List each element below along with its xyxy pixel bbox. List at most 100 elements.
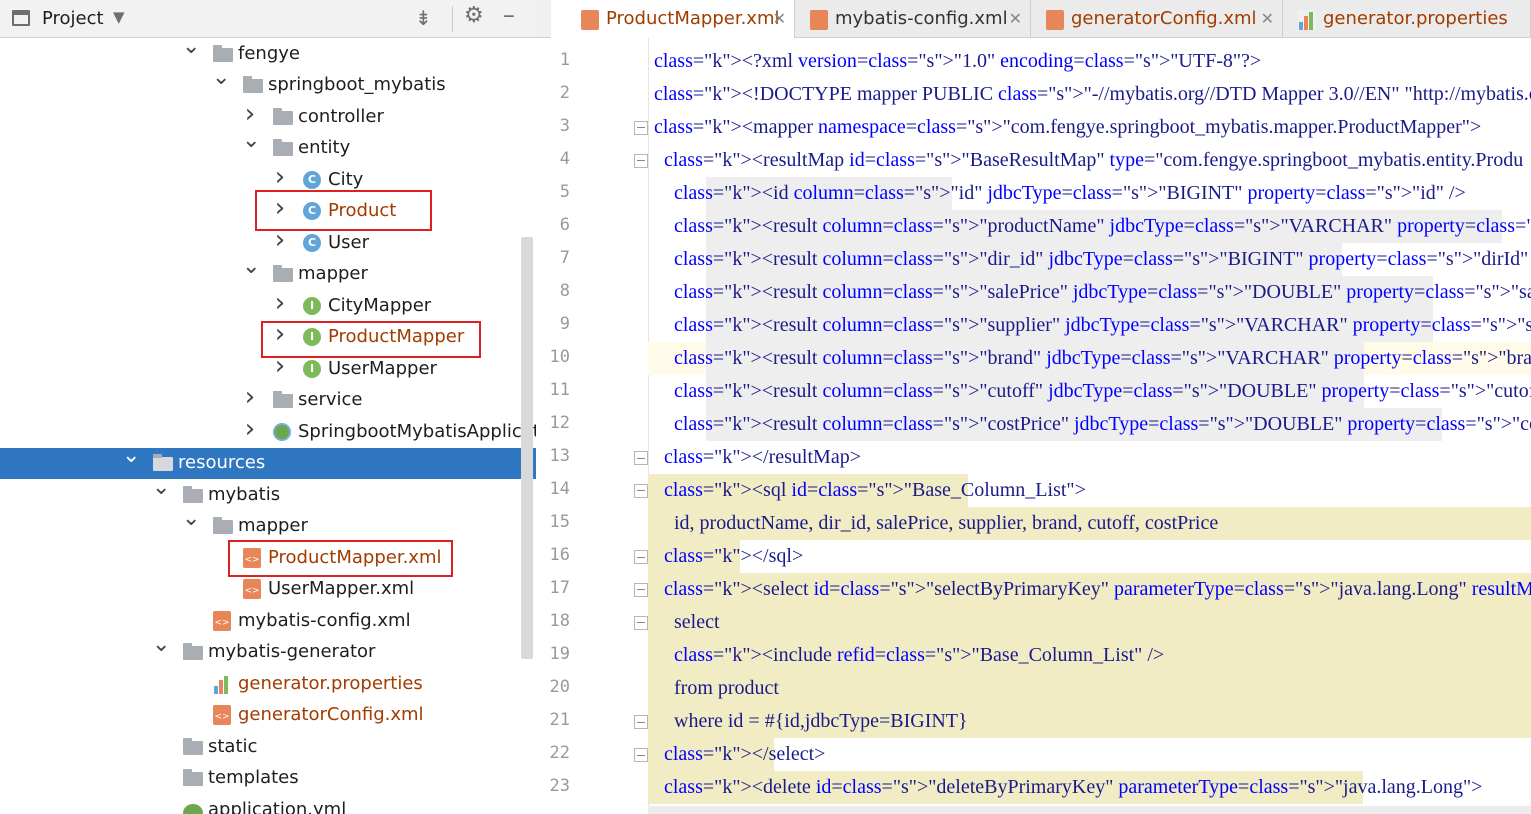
code-line[interactable]: class="k"></sql> bbox=[648, 540, 1531, 573]
fold-end-icon[interactable] bbox=[634, 715, 648, 729]
tree-node-entity[interactable]: entity bbox=[0, 133, 536, 164]
xml-file-icon: <> bbox=[243, 579, 261, 599]
chevron-right-icon[interactable] bbox=[272, 231, 288, 261]
hide-panel-icon[interactable]: – bbox=[503, 1, 515, 29]
tree-node-templates[interactable]: templates bbox=[0, 763, 536, 794]
horizontal-scrollbar[interactable] bbox=[648, 806, 1531, 814]
code-line[interactable]: class="k"></resultMap> bbox=[648, 441, 1531, 474]
tree-node-label: static bbox=[208, 736, 258, 757]
line-number: 15 bbox=[549, 512, 570, 532]
tree-node-static[interactable]: static bbox=[0, 732, 536, 763]
code-line[interactable]: class="k"><?xml version=class="s">"1.0" … bbox=[648, 45, 1531, 78]
code-line[interactable]: class="k"><id column=class="s">"id" jdbc… bbox=[648, 177, 1531, 210]
code-line[interactable]: class="k"><sql id=class="s">"Base_Column… bbox=[648, 474, 1531, 507]
tab-productmapper-xml[interactable]: ProductMapper.xml ✕ bbox=[551, 0, 795, 38]
chevron-down-icon[interactable] bbox=[212, 73, 228, 98]
code-line[interactable]: class="k"><result column=class="s">"dir_… bbox=[648, 243, 1531, 276]
tree-node-generatorconfig-xml[interactable]: <> generatorConfig.xml bbox=[0, 700, 536, 731]
code-line[interactable]: class="k"><include refid=class="s">"Base… bbox=[648, 639, 1531, 672]
code-line[interactable]: class="k"><resultMap id=class="s">"BaseR… bbox=[648, 144, 1531, 177]
line-number: 19 bbox=[549, 644, 570, 664]
tree-node-mybatis[interactable]: mybatis bbox=[0, 480, 536, 511]
tab-generator-properties[interactable]: generator.properties bbox=[1283, 0, 1531, 37]
close-icon[interactable]: ✕ bbox=[773, 9, 786, 28]
tree-node-mapper-folder[interactable]: mapper bbox=[0, 511, 536, 542]
code-text: class="k"><delete id=class="s">"deleteBy… bbox=[664, 776, 1483, 798]
code-text: select bbox=[654, 611, 720, 633]
fold-end-icon[interactable] bbox=[634, 748, 648, 762]
line-number: 12 bbox=[549, 413, 570, 433]
tree-node-citymapper[interactable]: I CityMapper bbox=[0, 291, 536, 322]
code-text: class="k"><?xml version=class="s">"1.0" … bbox=[654, 50, 1262, 72]
code-line[interactable]: from product bbox=[648, 672, 1531, 705]
line-number: 7 bbox=[559, 248, 570, 268]
tree-node-service[interactable]: service bbox=[0, 385, 536, 416]
tree-node-label: mybatis bbox=[208, 484, 281, 505]
fold-collapse-icon[interactable] bbox=[634, 121, 648, 135]
tree-node-label: generator.properties bbox=[238, 673, 423, 694]
gear-icon[interactable]: ⚙ bbox=[464, 3, 484, 28]
chevron-down-icon[interactable] bbox=[152, 640, 168, 665]
editor-tab-bar: ProductMapper.xml ✕ mybatis-config.xml ✕… bbox=[536, 0, 1531, 38]
chevron-down-icon[interactable] bbox=[152, 483, 168, 508]
code-text: class="k"><result column=class="s">"supp… bbox=[674, 314, 1531, 336]
code-line[interactable]: where id = #{id,jdbcType=BIGINT} bbox=[648, 705, 1531, 738]
chevron-down-icon[interactable] bbox=[242, 262, 258, 287]
xml-file-icon bbox=[581, 10, 599, 30]
fold-end-icon[interactable] bbox=[634, 550, 648, 564]
project-panel-title[interactable]: Project bbox=[42, 8, 104, 29]
tree-node-application-yml[interactable]: application.yml bbox=[0, 795, 536, 814]
tree-node-mybatis-generator[interactable]: mybatis-generator bbox=[0, 637, 536, 668]
code-line[interactable]: class="k"><select id=class="s">"selectBy… bbox=[648, 573, 1531, 606]
code-line[interactable]: class="k"><mapper namespace=class="s">"c… bbox=[648, 111, 1531, 144]
highlight-box-productmapper-xml bbox=[228, 540, 453, 577]
chevron-down-icon[interactable] bbox=[182, 514, 198, 539]
chevron-down-icon[interactable] bbox=[242, 136, 258, 161]
fold-collapse-icon[interactable] bbox=[634, 154, 648, 168]
chevron-right-icon[interactable] bbox=[272, 357, 288, 387]
code-line[interactable]: class="k"><result column=class="s">"cuto… bbox=[648, 375, 1531, 408]
code-line[interactable]: id, productName, dir_id, salePrice, supp… bbox=[648, 507, 1531, 540]
fold-collapse-icon[interactable] bbox=[634, 583, 648, 597]
tree-node-fengye[interactable]: fengye bbox=[0, 39, 536, 70]
close-icon[interactable]: ✕ bbox=[1009, 9, 1022, 28]
tree-node-label: controller bbox=[298, 106, 384, 127]
tree-node-user[interactable]: C User bbox=[0, 228, 536, 259]
code-line[interactable]: class="k"><result column=class="s">"sale… bbox=[648, 276, 1531, 309]
view-dropdown-chevron-icon[interactable]: ▼ bbox=[113, 8, 125, 26]
chevron-down-icon[interactable] bbox=[122, 451, 138, 476]
code-line[interactable]: class="k"><!DOCTYPE mapper PUBLIC class=… bbox=[648, 78, 1531, 111]
code-line-current[interactable]: class="k"><result column=class="s">"bran… bbox=[648, 342, 1531, 375]
chevron-down-icon[interactable] bbox=[182, 42, 198, 67]
tree-node-mybatis-config-xml[interactable]: <> mybatis-config.xml bbox=[0, 606, 536, 637]
code-text: class="k"><result column=class="s">"cuto… bbox=[674, 380, 1531, 402]
line-number: 16 bbox=[549, 545, 570, 565]
collapse-all-icon[interactable]: ⇟ bbox=[415, 6, 432, 30]
code-area[interactable]: class="k"><?xml version=class="s">"1.0" … bbox=[648, 38, 1531, 814]
tree-node-usermapper[interactable]: I UserMapper bbox=[0, 354, 536, 385]
code-line[interactable]: class="k"><result column=class="s">"supp… bbox=[648, 309, 1531, 342]
tree-node-resources[interactable]: resources bbox=[0, 448, 536, 479]
code-line[interactable]: class="k"><result column=class="s">"prod… bbox=[648, 210, 1531, 243]
code-line[interactable]: class="k"></select> bbox=[648, 738, 1531, 771]
fold-end-icon[interactable] bbox=[634, 451, 648, 465]
code-line[interactable]: class="k"><result column=class="s">"cost… bbox=[648, 408, 1531, 441]
line-number: 10 bbox=[549, 347, 570, 367]
tree-node-springboot-mybatis[interactable]: springboot_mybatis bbox=[0, 70, 536, 101]
tree-node-generator-properties[interactable]: generator.properties bbox=[0, 669, 536, 700]
tab-generatorconfig-xml[interactable]: generatorConfig.xml ✕ bbox=[1031, 0, 1283, 37]
fold-collapse-icon[interactable] bbox=[634, 616, 648, 630]
tab-mybatis-config-xml[interactable]: mybatis-config.xml ✕ bbox=[795, 0, 1031, 37]
chevron-right-icon[interactable] bbox=[242, 420, 258, 450]
tree-node-usermapper-xml[interactable]: <> UserMapper.xml bbox=[0, 574, 536, 605]
tree-node-mapper-package[interactable]: mapper bbox=[0, 259, 536, 290]
tree-scrollbar[interactable] bbox=[521, 237, 533, 659]
tree-node-controller[interactable]: controller bbox=[0, 102, 536, 133]
code-line[interactable]: class="k"><delete id=class="s">"deleteBy… bbox=[648, 771, 1531, 804]
fold-collapse-icon[interactable] bbox=[634, 484, 648, 498]
properties-file-icon bbox=[1298, 10, 1316, 30]
tree-node-application-class[interactable]: SpringbootMybatisApplicat bbox=[0, 417, 536, 448]
close-icon[interactable]: ✕ bbox=[1261, 9, 1274, 28]
line-number: 3 bbox=[559, 116, 570, 136]
code-line[interactable]: select bbox=[648, 606, 1531, 639]
